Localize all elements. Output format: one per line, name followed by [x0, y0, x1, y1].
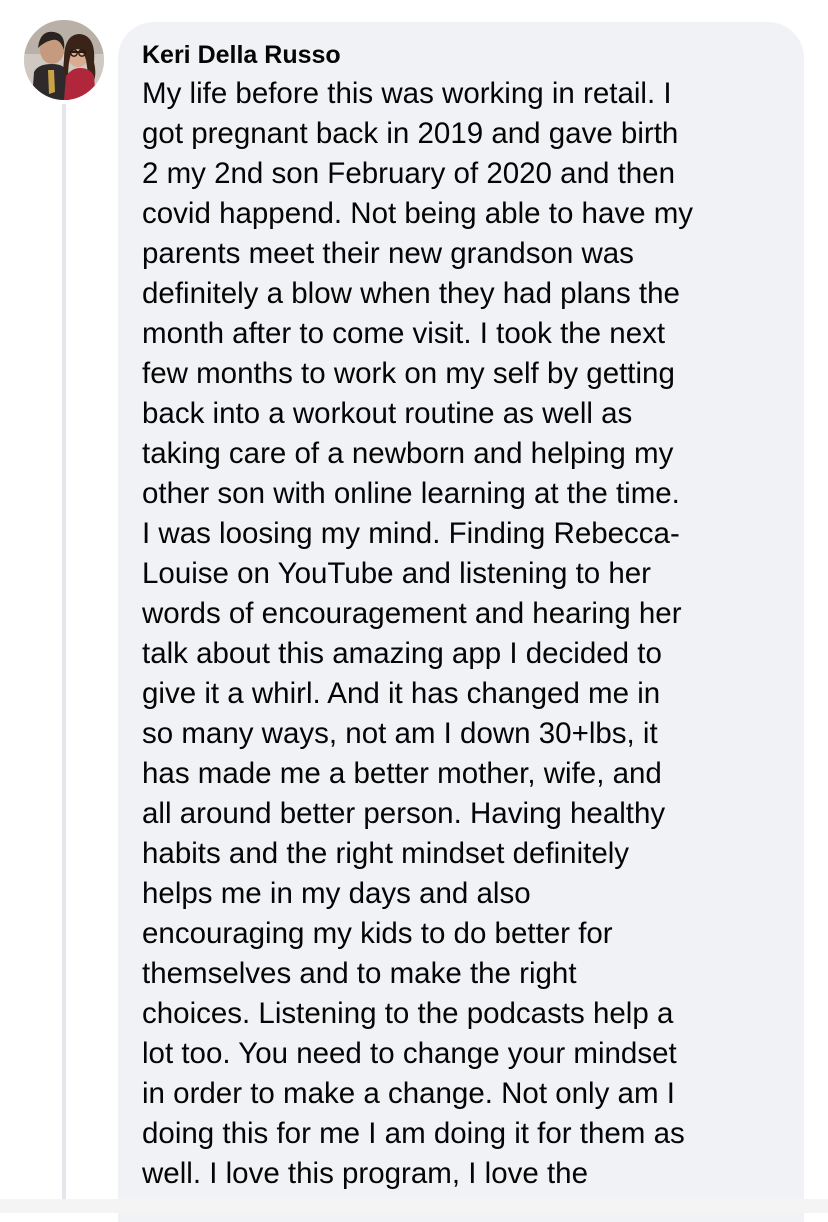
profile-photo-icon: [24, 20, 104, 100]
comment-line: in order to make a change. Not only am I: [142, 1077, 675, 1110]
comment-line: few months to work on my self by getting: [142, 357, 675, 390]
comment-author-name[interactable]: Keri Della Russo: [142, 36, 790, 74]
comment-line: got pregnant back in 2019 and gave birth: [142, 117, 679, 150]
comment-body: My life before this was working in retai…: [142, 74, 790, 1194]
comment-line: definitely a blow when they had plans th…: [142, 277, 680, 310]
comment-line: has made me a better mother, wife, and: [142, 757, 662, 790]
comment-line: words of encouragement and hearing her: [142, 597, 682, 630]
comment-line: give it a whirl. And it has changed me i…: [142, 677, 661, 710]
comment-line: talk about this amazing app I decided to: [142, 637, 662, 670]
comment-line: covid happend. Not being able to have my: [142, 197, 694, 230]
comment-line: doing this for me I am doing it for them…: [142, 1117, 685, 1150]
comment-line: lot too. You need to change your mindset: [142, 1037, 677, 1070]
author-avatar[interactable]: [24, 20, 104, 100]
comment-line: choices. Listening to the podcasts help …: [142, 997, 674, 1030]
comment-line: I was loosing my mind. Finding Rebecca-: [142, 517, 680, 550]
reply-thread-line: [62, 104, 66, 1213]
comment-line: back into a workout routine as well as: [142, 397, 633, 430]
comment-line: taking care of a newborn and helping my: [142, 437, 674, 470]
comment-line: habits and the right mindset definitely: [142, 837, 630, 870]
comment-line: encouraging my kids to do better for: [142, 917, 613, 950]
comment-line: other son with online learning at the ti…: [142, 477, 680, 510]
comment-line: well. I love this program, I love the: [142, 1157, 588, 1190]
comment-line: parents meet their new grandson was: [142, 237, 634, 270]
comment-line: so many ways, not am I down 30+lbs, it: [142, 717, 658, 750]
comment-line: My life before this was working in retai…: [142, 77, 672, 110]
comment-line: helps me in my days and also: [142, 877, 531, 910]
comment-line: themselves and to make the right: [142, 957, 577, 990]
comment-line: month after to come visit. I took the ne…: [142, 317, 666, 350]
bottom-edge: [0, 1199, 828, 1213]
comment-line: Louise on YouTube and listening to her: [142, 557, 652, 590]
comment-line: all around better person. Having healthy: [142, 797, 666, 830]
comment-line: 2 my 2nd son February of 2020 and then: [142, 157, 675, 190]
comment-bubble: Keri Della Russo My life before this was…: [118, 22, 804, 1222]
